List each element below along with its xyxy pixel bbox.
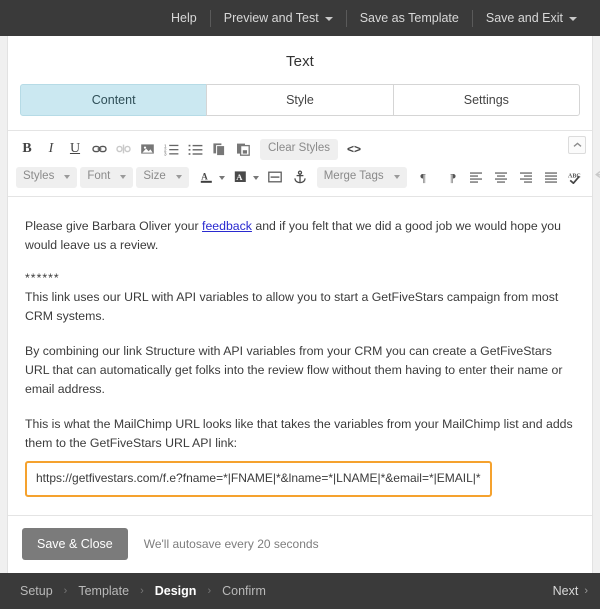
paragraph-api-detail: By combining our link Structure with API… [25,344,563,397]
next-button[interactable]: Next › [543,584,588,598]
tab-content[interactable]: Content [20,84,208,116]
api-url-box[interactable]: https://getfivestars.com/f.e?fname=*|FNA… [25,461,492,498]
wizard-step-design[interactable]: Design [147,584,205,598]
chevron-down-icon [120,175,127,179]
panel-tabs: Content Style Settings [20,84,580,116]
align-center-icon[interactable] [490,166,512,188]
copy-icon[interactable] [208,138,230,160]
paragraph-mailchimp: This is what the MailChimp URL looks lik… [25,417,573,451]
chevron-right-icon: › [584,585,588,597]
italic-icon[interactable]: I [40,138,62,160]
rich-text-toolbar: B I U 123 Clear Styles <> Styles Font Si… [8,130,600,197]
tab-settings[interactable]: Settings [392,84,580,116]
merge-tags-label: Merge Tags [323,170,384,183]
toolbar-row-formatting: B I U 123 Clear Styles <> [16,135,584,163]
horizontal-rule-icon[interactable] [264,166,286,188]
undo-icon[interactable] [590,166,600,188]
rich-text-content-area[interactable]: Please give Barbara Oliver your feedback… [8,197,592,515]
feedback-link[interactable]: feedback [202,219,252,233]
clear-styles-button[interactable]: Clear Styles [260,138,338,160]
asterisk-divider: ****** [25,271,60,286]
chevron-down-icon [324,17,333,21]
text-color-button[interactable]: A [196,166,227,188]
save-as-template-label: Save as Template [359,11,459,25]
tab-settings-label: Settings [463,93,509,107]
wizard-step-setup[interactable]: Setup [12,584,61,598]
svg-text:3: 3 [164,152,167,156]
underline-icon[interactable]: U [64,138,86,160]
spellcheck-icon[interactable]: ABC [565,166,587,188]
intro-text-before-link: Please give Barbara Oliver your [25,219,203,233]
svg-text:¶: ¶ [450,170,456,184]
wizard-step-confirm[interactable]: Confirm [214,584,274,598]
paragraph-rtl-icon[interactable]: ¶ [440,166,462,188]
tab-style-label: Style [286,93,314,107]
top-navigation-bar: Help Preview and Test Save as Template S… [0,0,600,36]
chevron-down-icon [64,175,71,179]
svg-text:A: A [236,172,243,182]
unlink-icon[interactable] [112,138,134,160]
tab-content-label: Content [91,93,136,107]
collapse-toolbar-button[interactable] [568,136,586,154]
wizard-navigation-bar: Setup › Template › Design › Confirm Next… [0,573,600,609]
tab-style[interactable]: Style [206,84,394,116]
text-color-icon: A [196,166,218,188]
editor-stage: Text Content Style Settings B I U 1 2 3 … [0,36,600,573]
chevron-up-icon [573,142,581,147]
align-justify-icon[interactable] [540,166,562,188]
paragraph-api-intro: This link uses our URL with API variable… [25,290,559,324]
save-and-exit-button[interactable]: Save and Exit [473,0,590,36]
chevron-down-icon [252,176,259,180]
link-icon[interactable] [88,138,110,160]
preview-and-test-button[interactable]: Preview and Test [211,0,346,36]
font-label: Font [87,170,111,183]
toolbar-row-paragraph: Styles Font Size A A Merge Tags ¶ ¶ ABC [16,163,600,191]
source-code-icon[interactable]: <> [343,138,365,160]
chevron-right-icon: › [140,585,144,597]
svg-text:A: A [201,172,208,182]
help-button[interactable]: Help [158,0,210,36]
paragraph-intro: Please give Barbara Oliver your feedback… [25,217,575,255]
chevron-right-icon: › [63,585,68,597]
source-code-label: <> [346,142,361,156]
autosave-status: We'll autosave every 20 seconds [143,537,319,551]
clear-styles-label: Clear Styles [268,142,330,155]
paste-icon[interactable] [232,138,254,160]
text-block-panel: Text Content Style Settings B I U 1 2 3 … [7,36,600,573]
image-icon[interactable] [136,138,158,160]
paragraph-ltr-icon[interactable]: ¶ [415,166,437,188]
unordered-list-icon[interactable] [184,138,206,160]
bold-icon[interactable]: B [16,138,38,160]
background-color-icon: A [230,166,252,188]
chevron-down-icon [393,175,400,179]
help-label: Help [171,11,197,25]
chevron-down-icon [175,175,182,179]
email-editor-app: Help Preview and Test Save as Template S… [0,0,600,609]
ordered-list-icon[interactable]: 123 [160,138,182,160]
font-dropdown[interactable]: Font [80,166,134,188]
next-label: Next [552,584,579,598]
page-title: Text [286,53,314,70]
anchor-icon[interactable] [289,166,311,188]
align-left-icon[interactable] [465,166,487,188]
size-dropdown[interactable]: Size [136,166,189,188]
align-right-icon[interactable] [515,166,537,188]
wizard-step-template[interactable]: Template [70,584,137,598]
save-as-template-button[interactable]: Save as Template [347,0,472,36]
chevron-right-icon: › [207,585,212,597]
styles-label: Styles [23,170,55,183]
svg-text:¶: ¶ [421,170,427,184]
save-and-close-button[interactable]: Save & Close [22,528,128,560]
merge-tags-dropdown[interactable]: Merge Tags [316,166,407,188]
chevron-down-icon [218,176,225,180]
panel-actions: Save & Close We'll autosave every 20 sec… [8,515,592,573]
size-label: Size [143,170,166,183]
styles-dropdown[interactable]: Styles [16,166,78,188]
save-and-exit-label: Save and Exit [485,11,563,25]
breadcrumb: Setup › Template › Design › Confirm [12,584,274,598]
preview-and-test-label: Preview and Test [223,11,319,25]
chevron-down-icon [569,17,577,21]
background-color-button[interactable]: A [230,166,261,188]
